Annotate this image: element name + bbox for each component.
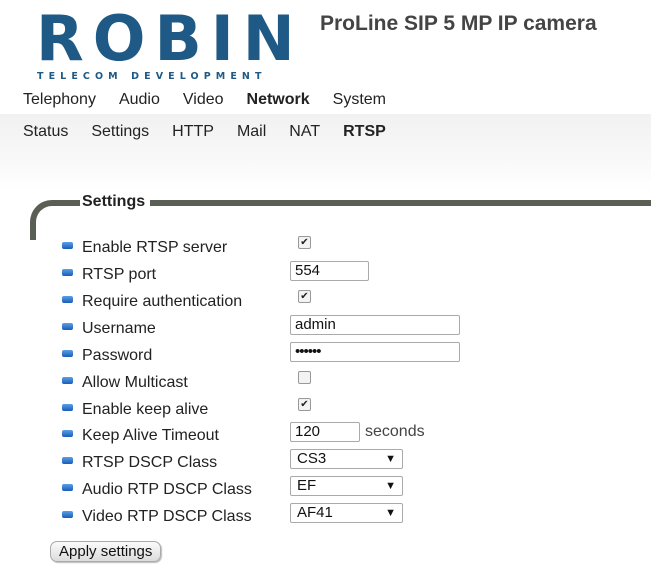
- bullet-icon: [62, 323, 73, 330]
- keep-alive-checkbox[interactable]: ✔: [298, 398, 311, 411]
- username-input[interactable]: admin: [290, 315, 460, 335]
- row-video-dscp: Video RTP DSCP Class AF41 ▼: [62, 503, 651, 532]
- timeout-unit-label: seconds: [365, 423, 425, 440]
- fieldset-legend: Settings: [80, 193, 148, 211]
- bullet-icon: [62, 296, 73, 303]
- subnav-http[interactable]: HTTP: [172, 123, 214, 143]
- product-title: ProLine SIP 5 MP IP camera: [320, 12, 597, 35]
- keep-alive-timeout-input[interactable]: 120: [290, 422, 360, 442]
- password-label: Password: [82, 347, 153, 364]
- rtsp-port-label: RTSP port: [82, 266, 157, 283]
- main-nav: Telephony Audio Video Network System: [23, 91, 409, 111]
- require-auth-label: Require authentication: [82, 293, 243, 310]
- fieldset-border-line: [150, 200, 651, 206]
- video-dscp-value: AF41: [297, 504, 333, 521]
- row-audio-dscp: Audio RTP DSCP Class EF ▼: [62, 476, 651, 505]
- subnav-settings[interactable]: Settings: [91, 123, 149, 143]
- require-auth-checkbox[interactable]: ✔: [298, 290, 311, 303]
- dropdown-arrow-icon: ▼: [385, 453, 396, 465]
- keep-alive-timeout-label: Keep Alive Timeout: [82, 427, 219, 444]
- sub-nav: Status Settings HTTP Mail NAT RTSP: [23, 123, 409, 143]
- nav-video[interactable]: Video: [183, 91, 224, 111]
- bullet-icon: [62, 457, 73, 464]
- audio-dscp-value: EF: [297, 477, 317, 494]
- row-username: Username admin: [62, 315, 651, 344]
- username-label: Username: [82, 320, 156, 337]
- subnav-rtsp[interactable]: RTSP: [343, 123, 386, 143]
- enable-rtsp-checkbox[interactable]: ✔: [298, 236, 311, 249]
- bullet-icon: [62, 430, 73, 437]
- audio-dscp-label: Audio RTP DSCP Class: [82, 481, 252, 498]
- bullet-icon: [62, 242, 73, 249]
- audio-dscp-select[interactable]: EF ▼: [290, 476, 403, 496]
- bullet-icon: [62, 377, 73, 384]
- row-require-auth: Require authentication ✔: [62, 290, 651, 317]
- row-rtsp-dscp: RTSP DSCP Class CS3 ▼: [62, 449, 651, 478]
- bullet-icon: [62, 350, 73, 357]
- nav-system[interactable]: System: [333, 91, 386, 111]
- row-enable-rtsp: Enable RTSP server ✔: [62, 236, 651, 263]
- subnav-mail[interactable]: Mail: [237, 123, 266, 143]
- robin-logo: ROBIN TELECOM DEVELOPMENT: [34, 8, 296, 84]
- row-allow-multicast: Allow Multicast: [62, 371, 651, 398]
- video-dscp-select[interactable]: AF41 ▼: [290, 503, 403, 523]
- subnav-status[interactable]: Status: [23, 123, 68, 143]
- bullet-icon: [62, 269, 73, 276]
- bullet-icon: [62, 511, 73, 518]
- bullet-icon: [62, 484, 73, 491]
- video-dscp-label: Video RTP DSCP Class: [82, 508, 252, 525]
- allow-multicast-checkbox[interactable]: [298, 371, 311, 384]
- nav-network[interactable]: Network: [247, 91, 310, 111]
- bullet-icon: [62, 404, 73, 411]
- nav-telephony[interactable]: Telephony: [23, 91, 96, 111]
- dropdown-arrow-icon: ▼: [385, 480, 396, 492]
- logo-wordmark: ROBIN: [36, 2, 304, 75]
- subnav-nat[interactable]: NAT: [289, 123, 320, 143]
- rtsp-dscp-label: RTSP DSCP Class: [82, 454, 218, 471]
- apply-settings-button[interactable]: Apply settings: [50, 541, 162, 562]
- rtsp-port-input[interactable]: 554: [290, 261, 369, 281]
- nav-audio[interactable]: Audio: [119, 91, 160, 111]
- enable-rtsp-label: Enable RTSP server: [82, 239, 228, 256]
- allow-multicast-label: Allow Multicast: [82, 374, 188, 391]
- row-keep-alive-timeout: Keep Alive Timeout 120 seconds: [62, 422, 651, 451]
- keep-alive-label: Enable keep alive: [82, 401, 209, 418]
- row-rtsp-port: RTSP port 554: [62, 261, 651, 290]
- rtsp-dscp-select[interactable]: CS3 ▼: [290, 449, 403, 469]
- rtsp-dscp-value: CS3: [297, 450, 327, 467]
- password-input[interactable]: ••••••: [290, 342, 460, 362]
- logo-subtitle: TELECOM DEVELOPMENT: [37, 71, 267, 82]
- dropdown-arrow-icon: ▼: [385, 507, 396, 519]
- row-password: Password ••••••: [62, 342, 651, 371]
